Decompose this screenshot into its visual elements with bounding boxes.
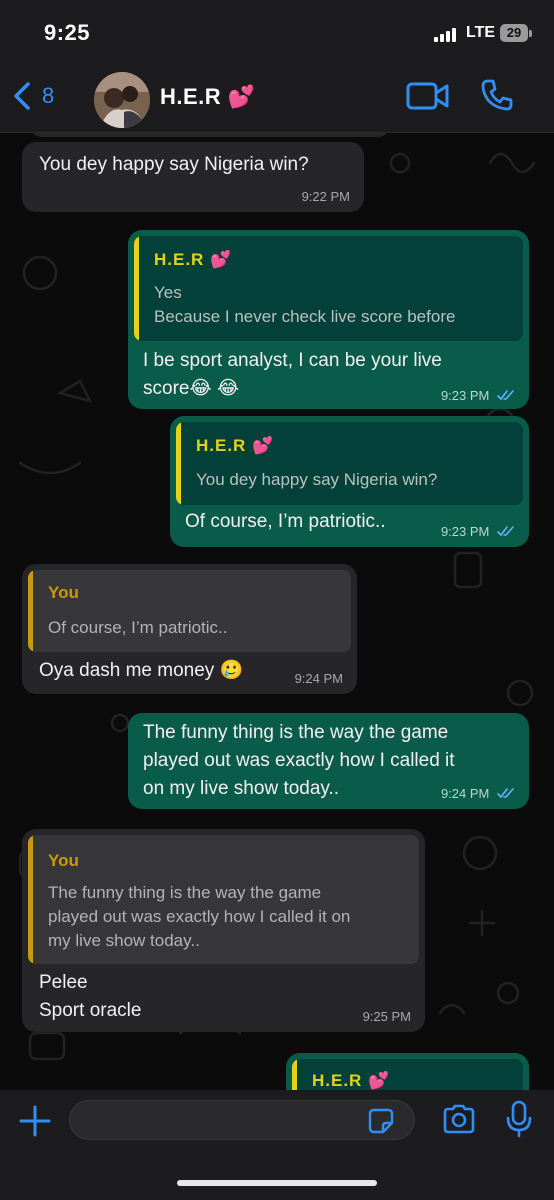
network-type: LTE: [466, 24, 496, 41]
sticker-button[interactable]: [368, 1108, 394, 1134]
camera-icon: [443, 1104, 475, 1134]
battery-icon: 29: [500, 24, 528, 42]
chat-header: 8 H.E.R 💕: [0, 60, 554, 133]
message-bubble[interactable]: H.E.R 💕 Yes Because I never check live s…: [128, 230, 529, 409]
contact-name[interactable]: H.E.R 💕: [160, 84, 256, 110]
sticker-icon: [368, 1108, 394, 1134]
quote-text: Yes Because I never check live score bef…: [154, 283, 456, 326]
message-time: 9:22 PM: [301, 189, 350, 204]
plus-icon: [19, 1105, 51, 1137]
message-time-label: 9:24 PM: [440, 786, 490, 801]
voice-note-button[interactable]: [506, 1100, 532, 1138]
message-bubble[interactable]: H.E.R 💕 You dey happy say Nigeria win? O…: [170, 416, 529, 547]
home-indicator[interactable]: [177, 1180, 377, 1186]
message-text: The funny thing is the way the game play…: [143, 722, 455, 799]
quote-sender: H.E.R 💕: [196, 436, 275, 455]
camera-button[interactable]: [442, 1104, 476, 1134]
message-time: 9:24 PM: [441, 786, 515, 801]
cellular-signal-icon: [434, 26, 460, 42]
read-receipt-icon: [497, 526, 514, 537]
status-bar: 9:25 LTE 29: [0, 0, 554, 60]
quote-bar: [28, 835, 33, 964]
quoted-reply[interactable]: You The funny thing is the way the game …: [28, 835, 419, 964]
message-bubble[interactable]: You Of course, I’m patriotic.. Oya dash …: [22, 564, 357, 694]
attach-button[interactable]: [18, 1104, 52, 1138]
message-bubble-partial: [30, 133, 390, 137]
status-time: 9:25: [44, 20, 91, 45]
quoted-reply[interactable]: H.E.R 💕 You dey happy say Nigeria win?: [176, 422, 523, 505]
quote-bar: [28, 570, 33, 652]
message-time: 9:25 PM: [362, 1009, 411, 1024]
message-input[interactable]: [69, 1100, 415, 1140]
quote-bar: [134, 236, 139, 341]
quoted-reply[interactable]: H.E.R 💕 Yes Because I never check live s…: [134, 236, 523, 341]
message-composer: [0, 1090, 554, 1200]
chevron-left-icon: [14, 82, 30, 110]
message-text: You dey happy say Nigeria win?: [39, 154, 309, 175]
phone-icon: [481, 79, 513, 111]
message-time: 9:23 PM: [441, 524, 515, 539]
message-bubble[interactable]: The funny thing is the way the game play…: [128, 713, 529, 809]
message-text: Pelee Sport oracle: [39, 972, 142, 1021]
message-time-label: 9:23 PM: [440, 524, 490, 539]
quote-sender: You: [48, 583, 79, 602]
quote-text: Of course, I’m patriotic..: [48, 618, 228, 637]
quote-sender: You: [48, 851, 79, 870]
message-text: I be sport analyst, I can be your live s…: [143, 350, 442, 399]
quote-bar: [176, 422, 181, 505]
message-bubble[interactable]: You The funny thing is the way the game …: [22, 829, 425, 1032]
message-text: Oya dash me money 🥲: [39, 660, 244, 681]
video-call-button[interactable]: [406, 80, 450, 112]
quoted-reply[interactable]: You Of course, I’m patriotic..: [28, 570, 351, 652]
read-receipt-icon: [497, 788, 514, 799]
read-receipt-icon: [497, 390, 514, 401]
voice-call-button[interactable]: [480, 78, 514, 112]
unread-count: 8: [42, 83, 55, 108]
message-bubble[interactable]: You dey happy say Nigeria win? 9:22 PM: [22, 142, 364, 212]
quoted-reply[interactable]: H.E.R 💕: [292, 1059, 523, 1090]
message-time: 9:23 PM: [441, 388, 515, 403]
video-camera-icon: [406, 82, 449, 110]
battery-tip: [529, 30, 532, 37]
quote-bar: [292, 1059, 297, 1090]
chat-area[interactable]: You dey happy say Nigeria win? 9:22 PM H…: [0, 133, 554, 1090]
quote-text: You dey happy say Nigeria win?: [196, 470, 438, 489]
quote-sender: H.E.R 💕: [312, 1071, 391, 1090]
message-text: Of course, I’m patriotic..: [185, 511, 386, 532]
message-time: 9:24 PM: [294, 671, 343, 686]
message-time-label: 9:23 PM: [440, 388, 490, 403]
quote-sender: H.E.R 💕: [154, 250, 233, 269]
back-button[interactable]: 8: [10, 78, 54, 114]
quote-text: The funny thing is the way the game play…: [48, 883, 351, 950]
microphone-icon: [506, 1100, 532, 1138]
message-bubble[interactable]: H.E.R 💕: [286, 1053, 529, 1090]
avatar[interactable]: [94, 72, 150, 128]
